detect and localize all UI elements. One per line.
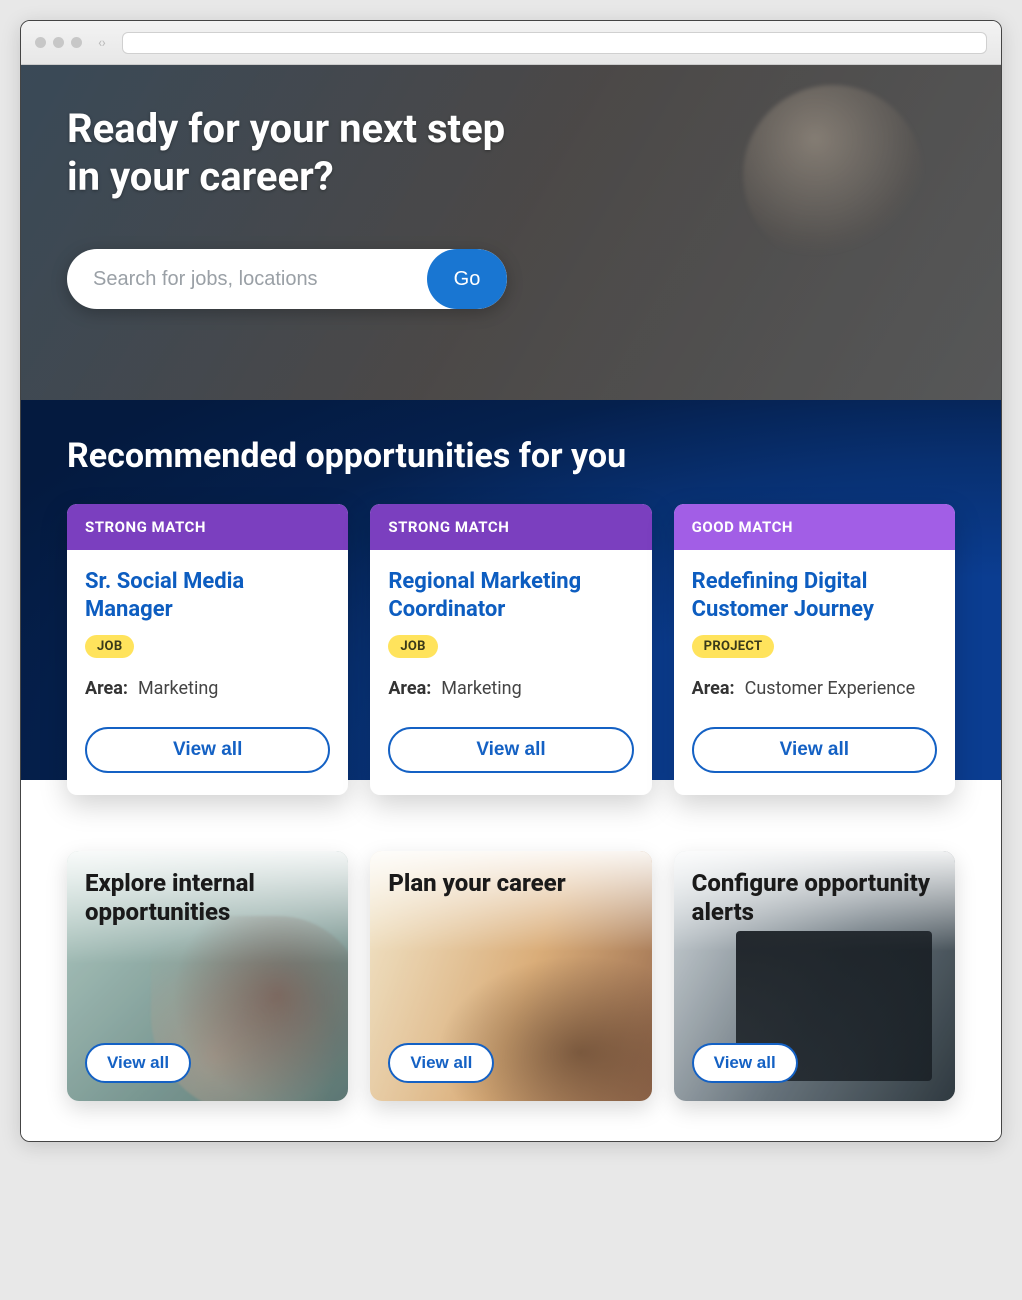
nav-arrows-icon[interactable]: ‹ › [98,35,104,51]
type-badge: JOB [85,635,134,658]
opportunity-card: STRONG MATCH Regional Marketing Coordina… [370,504,651,795]
area-row: Area: Marketing [85,678,330,699]
area-row: Area: Customer Experience [692,678,937,699]
tile-title: Explore internal opportunities [85,869,330,927]
quick-link-tile[interactable]: Configure opportunity alerts View all [674,851,955,1101]
view-all-button[interactable]: View all [692,727,937,773]
opportunity-title-link[interactable]: Sr. Social Media Manager [85,568,330,623]
view-all-button[interactable]: View all [85,727,330,773]
area-value: Marketing [138,678,218,699]
search-bar: Go [67,249,955,309]
search-input[interactable] [67,249,427,309]
area-row: Area: Marketing [388,678,633,699]
view-all-button[interactable]: View all [692,1043,798,1083]
match-badge: STRONG MATCH [67,504,348,550]
search-go-button[interactable]: Go [427,249,507,309]
window-dot[interactable] [53,37,64,48]
match-badge: STRONG MATCH [370,504,651,550]
area-value: Customer Experience [745,678,916,699]
browser-chrome: ‹ › [21,21,1001,65]
window-dot[interactable] [35,37,46,48]
opportunity-card: GOOD MATCH Redefining Digital Customer J… [674,504,955,795]
view-all-button[interactable]: View all [85,1043,191,1083]
window-dot[interactable] [71,37,82,48]
quick-link-tile[interactable]: Plan your career View all [370,851,651,1101]
view-all-button[interactable]: View all [388,1043,494,1083]
opportunity-title-link[interactable]: Redefining Digital Customer Journey [692,568,937,623]
area-value: Marketing [441,678,521,699]
quick-links-row: Explore internal opportunities View all … [21,795,1001,1141]
opportunity-card: STRONG MATCH Sr. Social Media Manager JO… [67,504,348,795]
match-badge: GOOD MATCH [674,504,955,550]
area-label: Area: [388,678,431,699]
recommended-cards-row: STRONG MATCH Sr. Social Media Manager JO… [67,504,955,795]
hero-headline: Ready for your next step in your career? [67,105,955,201]
tile-title: Plan your career [388,869,633,898]
view-all-button[interactable]: View all [388,727,633,773]
tile-title: Configure opportunity alerts [692,869,937,927]
hero-banner: Ready for your next step in your career?… [21,65,1001,400]
area-label: Area: [692,678,735,699]
type-badge: PROJECT [692,635,775,658]
url-bar[interactable] [122,32,987,54]
recommended-title: Recommended opportunities for you [67,436,955,476]
type-badge: JOB [388,635,437,658]
hero-headline-line1: Ready for your next step [67,105,505,152]
area-label: Area: [85,678,128,699]
opportunity-title-link[interactable]: Regional Marketing Coordinator [388,568,633,623]
hero-headline-line2: in your career? [67,153,334,200]
quick-link-tile[interactable]: Explore internal opportunities View all [67,851,348,1101]
window-controls [35,37,82,48]
recommended-section: Recommended opportunities for you STRONG… [21,400,1001,1141]
browser-window: ‹ › Ready for your next step in your car… [20,20,1002,1142]
